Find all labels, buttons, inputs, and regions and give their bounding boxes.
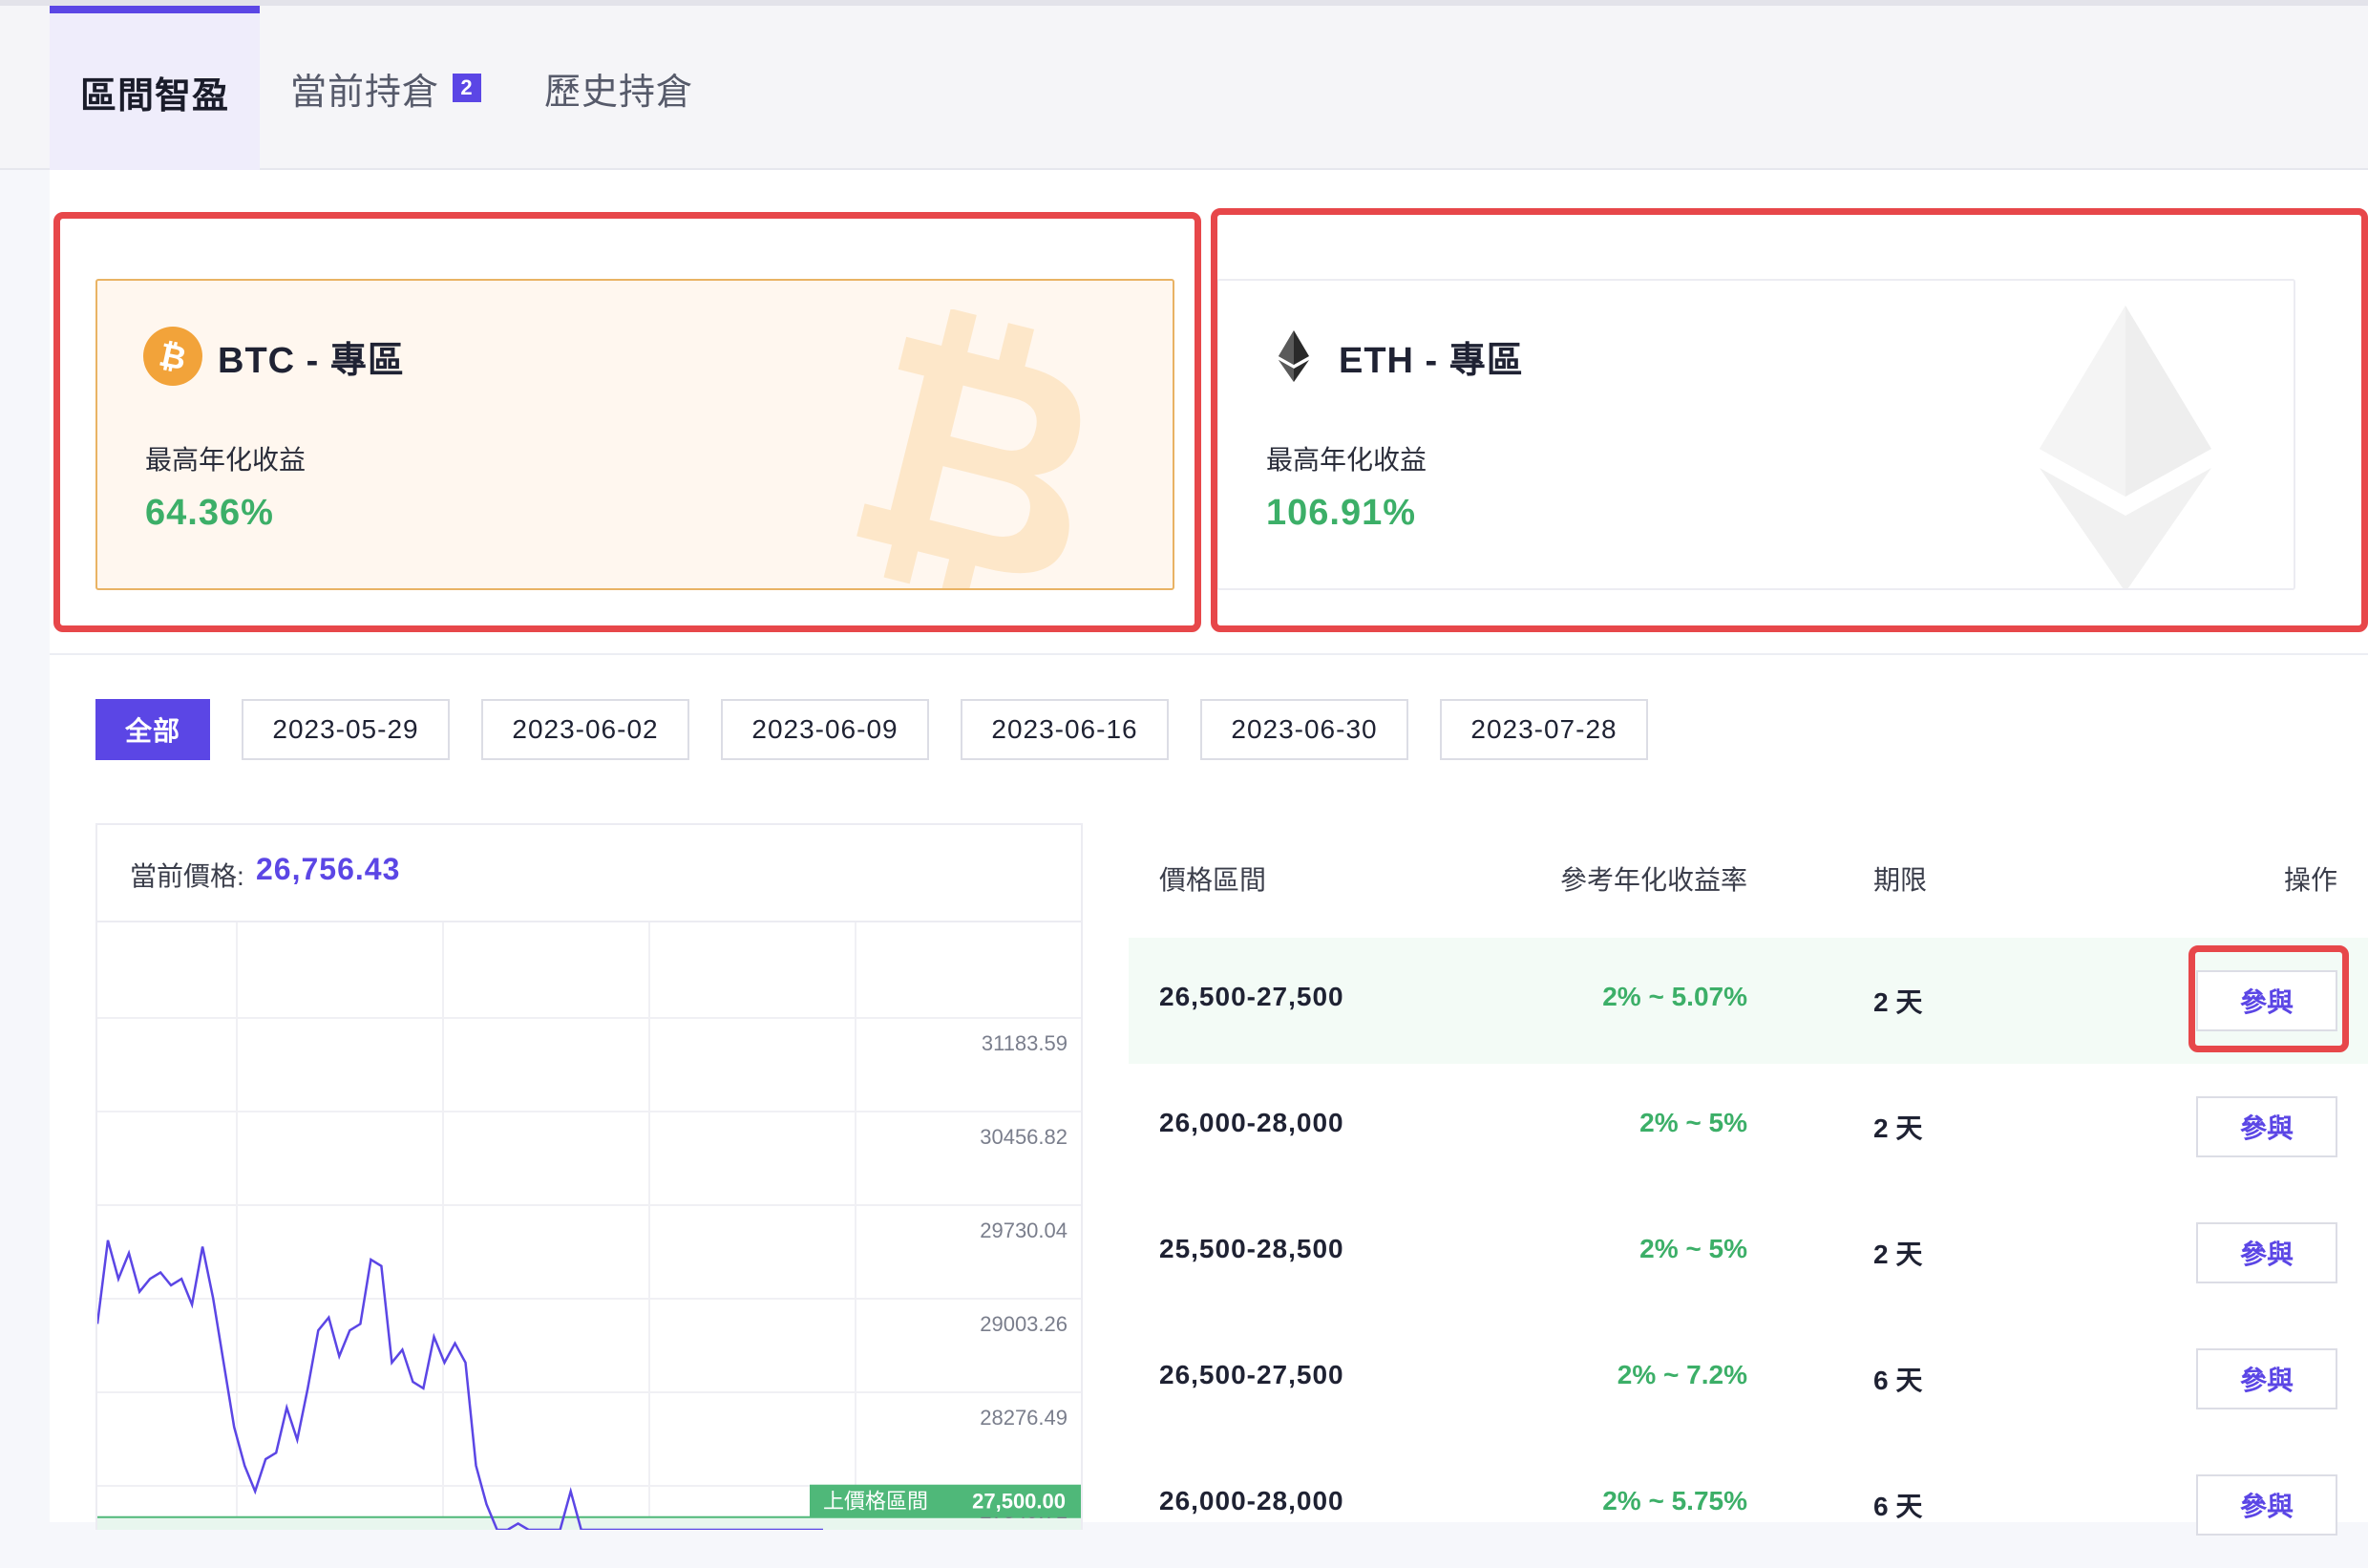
row-price-range: 26,000-28,000 (1159, 1108, 1344, 1137)
table-row[interactable]: 26,500-27,500 2% ~ 5.07% 2 天 參與 (1129, 938, 2368, 1064)
row-apy: 2% ~ 5.75% (1602, 1486, 1747, 1515)
join-button[interactable]: 參與 (2196, 1222, 2337, 1283)
tab-current-positions[interactable]: 當前持倉 2 (290, 6, 482, 170)
upper-bound-tag-label: 上價格區間 (823, 1490, 928, 1514)
row-price-range: 26,500-27,500 (1159, 1360, 1344, 1389)
current-price-label: 當前價格: (130, 861, 244, 891)
eth-zone-title: ETH - 專區 (1339, 340, 1524, 381)
bitcoin-icon: ₿ (143, 327, 202, 386)
section-divider (50, 653, 2368, 655)
row-apy: 2% ~ 7.2% (1617, 1360, 1747, 1389)
tab-label: 當前持倉 (290, 72, 440, 113)
product-table: 價格區間 參考年化收益率 期限 操作 26,500-27,500 2% ~ 5.… (1129, 823, 2368, 1568)
row-term: 6 天 (1873, 1366, 1923, 1395)
row-apy: 2% ~ 5.07% (1602, 982, 1747, 1011)
table-row[interactable]: 26,000-28,000 2% ~ 5% 2 天 參與 (1129, 1064, 2368, 1190)
chart-vertical-grid (236, 922, 856, 1530)
main-panel: ₿ BTC - 專區 最高年化收益 64.36% ETH - 專區 最高年化收益… (50, 170, 2368, 1536)
row-term: 2 天 (1873, 1113, 1923, 1143)
btc-zone-header: ₿ BTC - 專區 (143, 327, 405, 386)
row-price-range: 25,500-28,500 (1159, 1234, 1344, 1263)
current-price-value: 26,756.43 (256, 852, 401, 886)
btc-zone-title: BTC - 專區 (218, 340, 405, 381)
row-apy: 2% ~ 5% (1639, 1108, 1747, 1137)
row-price-range: 26,500-27,500 (1159, 982, 1344, 1011)
filter-date[interactable]: 2023-06-30 (1200, 699, 1408, 760)
upper-bound-tag-value: 27,500.00 (972, 1490, 1066, 1514)
filter-date[interactable]: 2023-06-09 (721, 699, 929, 760)
expiry-filter-bar: 全部 2023-05-29 2023-06-02 2023-06-09 2023… (95, 699, 1680, 760)
join-button[interactable]: 參與 (2196, 1474, 2337, 1536)
header-price-range: 價格區間 (1159, 865, 1267, 895)
table-row[interactable]: 26,500-27,500 2% ~ 7.2% 6 天 參與 (1129, 1316, 2368, 1442)
row-apy: 2% ~ 5% (1639, 1234, 1747, 1263)
y-tick-label: 29730.04 (980, 1218, 1068, 1242)
join-button[interactable]: 參與 (2196, 1096, 2337, 1157)
ethereum-watermark-icon (2040, 306, 2211, 588)
ethereum-icon (1279, 330, 1309, 382)
chart-horizontal-grid (97, 1017, 1081, 1487)
tab-label: 區間智盈 (79, 75, 229, 117)
row-term: 2 天 (1873, 1240, 1923, 1269)
eth-max-apy-value: 106.91% (1266, 493, 1417, 533)
filter-date[interactable]: 2023-06-16 (961, 699, 1169, 760)
positions-count-badge: 2 (453, 74, 482, 102)
price-chart-panel: 當前價格: 26,756.43 31183.59 30456.82 29730.04… (95, 823, 1083, 1530)
header-action: 操作 (2283, 865, 2337, 895)
filter-date[interactable]: 2023-07-28 (1440, 699, 1648, 760)
y-tick-label: 29003.26 (980, 1312, 1068, 1336)
btc-max-apy-value: 64.36% (145, 493, 274, 533)
tab-history-positions[interactable]: 歷史持倉 (544, 6, 693, 170)
header-term: 期限 (1873, 865, 1928, 895)
table-row[interactable]: 25,500-28,500 2% ~ 5% 2 天 參與 (1129, 1190, 2368, 1316)
btc-max-apy-label: 最高年化收益 (145, 445, 307, 475)
table-header: 價格區間 參考年化收益率 期限 操作 (1129, 823, 2368, 938)
eth-zone-header: ETH - 專區 (1264, 327, 1524, 386)
tab-label: 歷史持倉 (544, 72, 694, 113)
table-row[interactable]: 26,000-28,000 2% ~ 5.75% 6 天 參與 (1129, 1442, 2368, 1568)
chart-header: 當前價格: 26,756.43 (97, 825, 1081, 922)
row-term: 2 天 (1873, 987, 1923, 1017)
price-line-chart[interactable]: 31183.59 30456.82 29730.04 29003.26 28276.49… (97, 922, 1081, 1530)
y-axis-ticks: 31183.59 30456.82 29730.04 29003.26 28276.49… (980, 1031, 1068, 1523)
price-band-fill (97, 1516, 1081, 1530)
row-term: 6 天 (1873, 1492, 1923, 1521)
filter-date[interactable]: 2023-05-29 (242, 699, 450, 760)
eth-zone-card[interactable]: ETH - 專區 最高年化收益 106.91% (1216, 279, 2295, 590)
bitcoin-watermark-icon (856, 309, 1081, 588)
header-apy: 參考年化收益率 (1559, 865, 1747, 895)
join-button[interactable]: 參與 (2196, 970, 2337, 1031)
row-price-range: 26,000-28,000 (1159, 1486, 1344, 1515)
tab-range-profit[interactable]: 區間智盈 (50, 6, 260, 170)
join-button[interactable]: 參與 (2196, 1348, 2337, 1409)
eth-max-apy-label: 最高年化收益 (1266, 445, 1427, 475)
y-tick-label: 28276.49 (980, 1406, 1068, 1430)
y-tick-label: 31183.59 (982, 1031, 1068, 1055)
btc-zone-card[interactable]: ₿ BTC - 專區 最高年化收益 64.36% (95, 279, 1174, 590)
tab-bar: 區間智盈 當前持倉 2 歷史持倉 (0, 0, 2368, 170)
upper-bound-tag: 上價格區間 27,500.00 (810, 1484, 1081, 1517)
filter-all[interactable]: 全部 (95, 699, 210, 760)
y-tick-label: 30456.82 (980, 1125, 1068, 1149)
filter-date[interactable]: 2023-06-02 (481, 699, 689, 760)
